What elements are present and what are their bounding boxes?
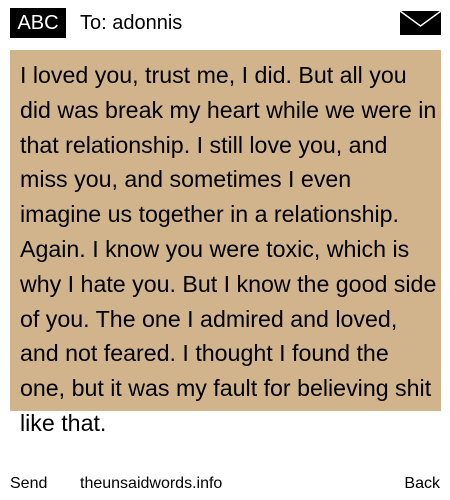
- message-header: ABC To: adonnis: [0, 0, 450, 50]
- envelope-icon: [399, 10, 442, 35]
- recipient-label: To: adonnis: [80, 12, 183, 34]
- message-body-text[interactable]: I loved you, trust me, I did. But all yo…: [20, 58, 438, 441]
- send-button[interactable]: Send: [10, 472, 47, 496]
- back-button[interactable]: Back: [404, 472, 440, 496]
- softkey-bar: Send theunsaidwords.info Back: [0, 472, 450, 498]
- input-mode-badge[interactable]: ABC: [10, 8, 66, 38]
- website-label: theunsaidwords.info: [80, 475, 223, 492]
